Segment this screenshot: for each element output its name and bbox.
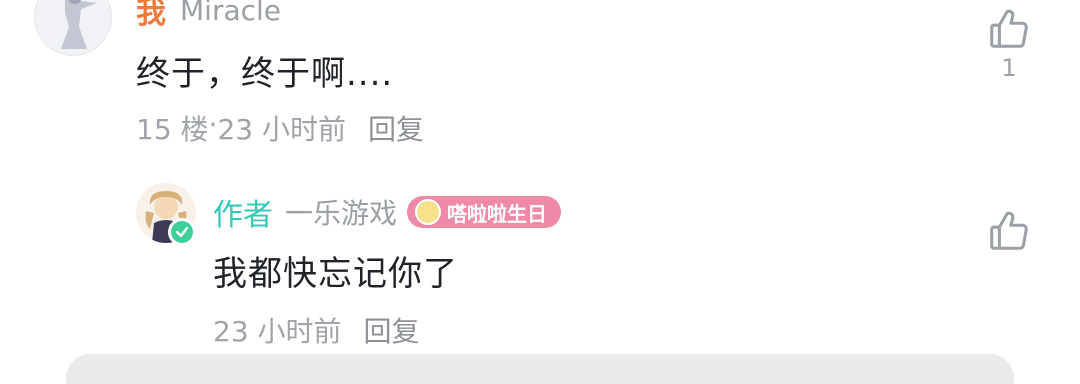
badge-label: 嗒啦啦生日 [447,201,548,226]
comment1-like-button[interactable] [986,6,1032,56]
comment1-username[interactable]: Miracle [180,0,281,27]
self-tag: 我 [136,0,166,31]
comment1-content: 终于，终于啊.... [136,54,394,94]
comment2-header: 作者 一乐游戏 嗒啦啦生日 [213,190,562,234]
comment1-meta: 15 楼 · 23 小时前 回复 [136,108,424,148]
comment2-username[interactable]: 一乐游戏 [285,192,397,232]
author-tag: 作者 [213,198,273,233]
checkmark-icon [175,226,189,238]
meta-separator: · [208,108,218,141]
badge-avatar-icon [415,199,442,225]
comment2-like-button[interactable] [986,208,1032,258]
comment2-reply-button[interactable]: 回复 [364,310,420,350]
thumbs-up-icon [990,211,1028,250]
comment-input-bar[interactable] [66,354,1014,384]
comment1-header: 我 Miracle [136,0,281,32]
comment1-like-count: 1 [1001,54,1017,82]
avatar-figure-icon [35,0,111,55]
birthday-badge[interactable]: 嗒啦啦生日 [407,196,562,228]
comment2-time: 23 小时前 [213,315,342,348]
thumbs-up-icon [990,9,1028,48]
comment1-reply-button[interactable]: 回复 [368,108,424,148]
comment2-meta: 23 小时前 回复 [213,310,420,350]
commenter-avatar[interactable] [34,0,112,56]
comment2-content: 我都快忘记你了 [213,254,458,294]
comment1-floor: 15 楼 [136,113,209,146]
verified-badge [168,218,196,246]
comment1-time: 23 小时前 [217,113,346,146]
